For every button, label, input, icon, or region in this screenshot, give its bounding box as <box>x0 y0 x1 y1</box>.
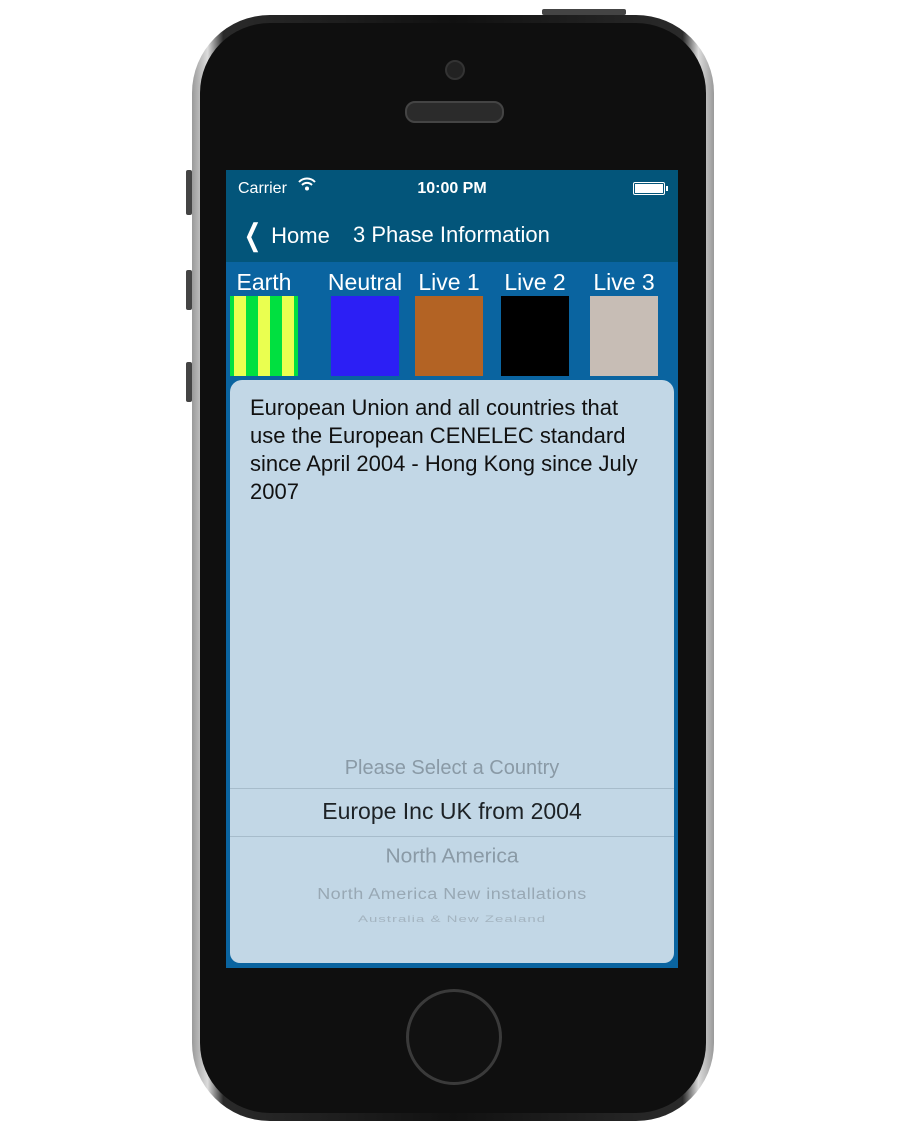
volume-up-button <box>186 270 192 310</box>
picker-item[interactable]: North America <box>230 846 674 869</box>
screen: Carrier 10:00 PM ❮ Home 3 Phase Informat… <box>226 170 678 968</box>
wire-neutral: Neutral <box>320 270 410 376</box>
neutral-swatch <box>331 296 399 376</box>
live-2-swatch <box>501 296 569 376</box>
clock: 10:00 PM <box>417 180 487 197</box>
earth-swatch <box>230 296 298 376</box>
wire-label: Live 1 <box>418 269 480 295</box>
standard-description: European Union and all countries that us… <box>250 395 638 504</box>
page-title: 3 Phase Information <box>353 222 550 247</box>
wire-live-2: Live 2 <box>490 270 580 376</box>
power-button <box>542 9 626 15</box>
chevron-left-icon: ❮ <box>243 219 262 252</box>
picker-selection-top-line <box>230 788 674 789</box>
wire-label: Live 2 <box>504 269 566 295</box>
wire-color-legend: Earth Neutral Live 1 Live 2 Live 3 <box>226 262 678 380</box>
picker-item[interactable]: Please Select a Country <box>230 757 674 780</box>
wire-live-1: Live 1 <box>404 270 494 376</box>
wire-label: Earth <box>236 269 292 295</box>
picker-item[interactable]: Australia & New Zealand <box>230 914 674 924</box>
info-card: European Union and all countries that us… <box>230 380 674 963</box>
live-3-swatch <box>590 296 658 376</box>
wire-label: Neutral <box>327 269 403 295</box>
navigation-bar: ❮ Home 3 Phase Information <box>226 206 678 262</box>
status-bar: Carrier 10:00 PM <box>226 170 678 206</box>
wire-earth: Earth <box>226 270 309 376</box>
volume-down-button <box>186 362 192 402</box>
mute-switch <box>186 170 192 215</box>
live-1-swatch <box>415 296 483 376</box>
home-button[interactable] <box>406 989 502 1085</box>
wire-label: Live 3 <box>593 269 655 295</box>
wire-live-3: Live 3 <box>579 270 669 376</box>
camera-icon <box>445 60 465 80</box>
picker-item[interactable]: North America New installations <box>230 886 674 904</box>
back-button[interactable]: ❮ Home <box>240 218 330 253</box>
back-label: Home <box>271 222 330 248</box>
speaker-grille <box>405 101 504 123</box>
picker-selection-bottom-line <box>230 836 674 837</box>
picker-item-selected[interactable]: Europe Inc UK from 2004 <box>230 798 674 825</box>
battery-icon <box>633 182 668 195</box>
